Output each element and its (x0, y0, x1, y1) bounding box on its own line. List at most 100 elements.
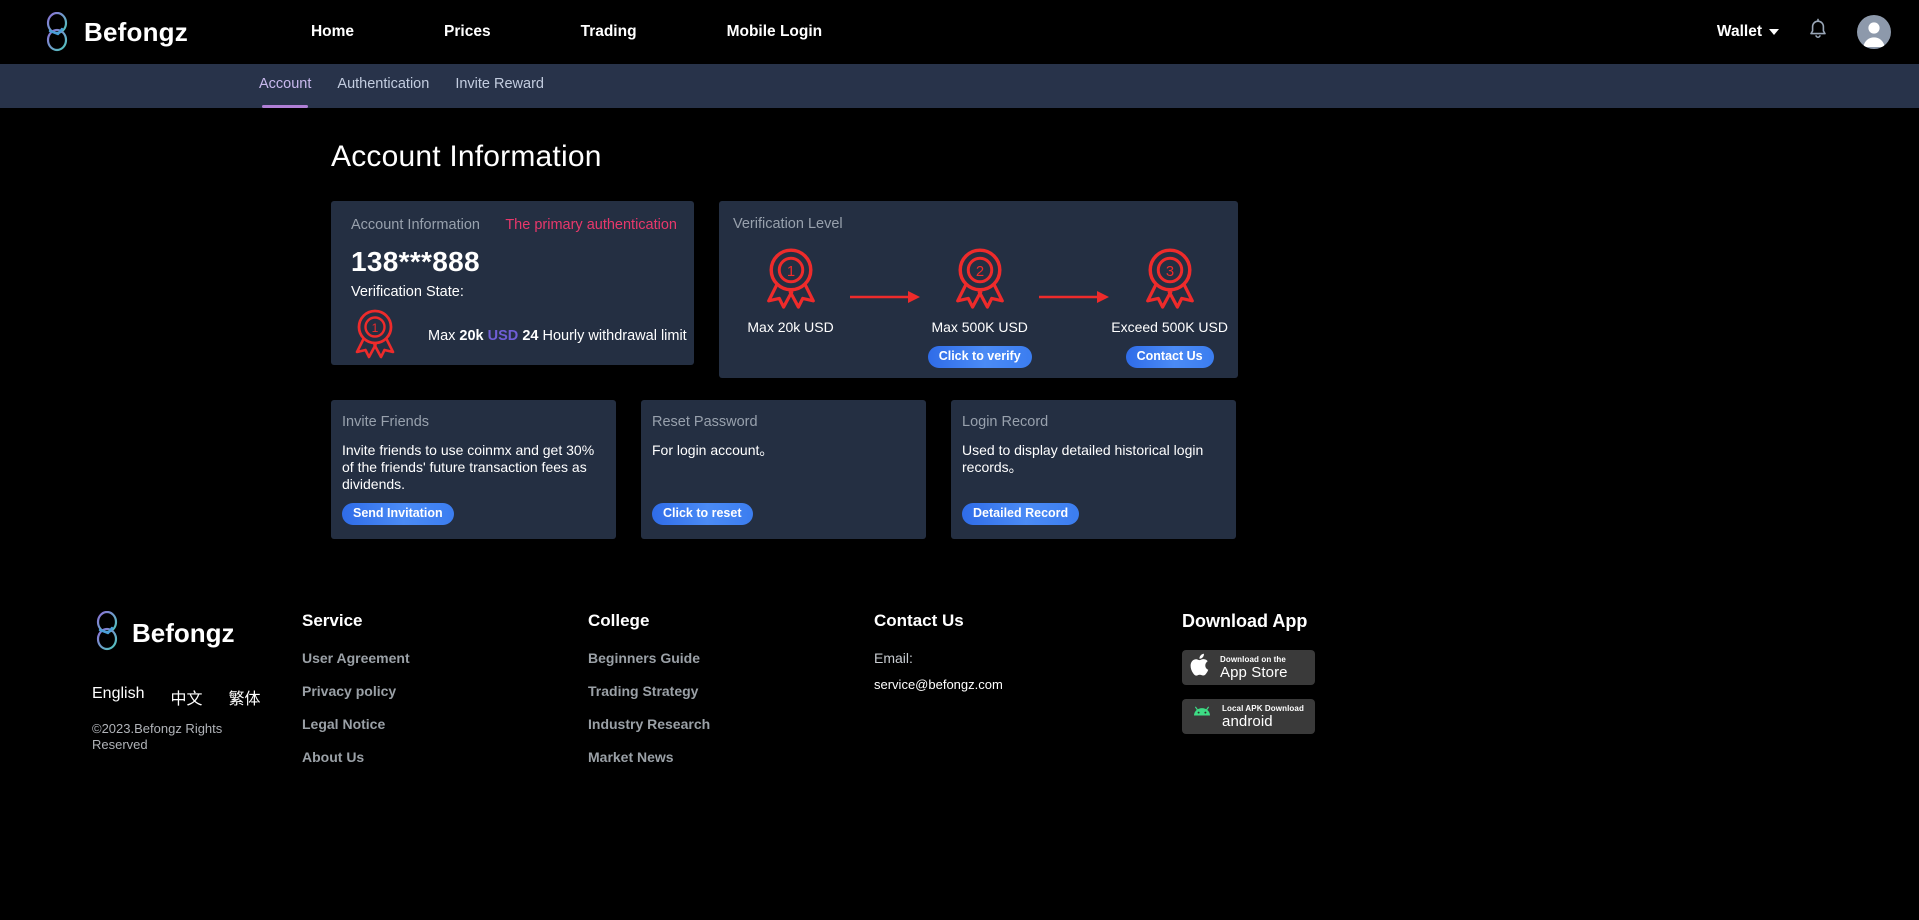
limit-hours: 24 (522, 328, 539, 344)
android-apk-download-button[interactable]: Local APK Download android (1182, 699, 1315, 734)
footer-link-trading-strategy[interactable]: Trading Strategy (588, 683, 874, 699)
login-record-action: Detailed Record (962, 503, 1222, 525)
subnav-item-account[interactable]: Account (259, 76, 311, 108)
top-cards-row: Account Information The primary authenti… (0, 174, 1919, 378)
apple-logo-icon (1190, 652, 1212, 683)
language-english[interactable]: English (92, 685, 144, 709)
login-record-card: Login Record Used to display detailed hi… (951, 400, 1236, 539)
header-actions: Wallet (1717, 15, 1891, 49)
verification-level-1: 1 Max 20k USD (733, 244, 848, 335)
main-nav: Home Prices Trading Mobile Login (266, 23, 867, 41)
verification-level-2: 2 Max 500K USD Click to verify (922, 244, 1037, 368)
verification-level-3: 3 Exceed 500K USD Contact Us (1111, 244, 1228, 368)
footer-link-industry-research[interactable]: Industry Research (588, 716, 874, 732)
login-record-title: Login Record (962, 414, 1049, 430)
level-1-ribbon-icon: 1 (761, 248, 821, 316)
page-title: Account Information (331, 140, 602, 173)
verification-level-3-action: Contact Us (1111, 346, 1228, 368)
limit-currency: USD (487, 328, 519, 344)
wallet-menu-button[interactable]: Wallet (1717, 23, 1779, 41)
status-badge: The primary authentication (505, 217, 677, 233)
svg-text:3: 3 (1165, 264, 1173, 280)
right-arrow-icon (1037, 289, 1111, 310)
level-1-ribbon-icon: 1 (351, 306, 399, 366)
detailed-record-button[interactable]: Detailed Record (962, 503, 1080, 525)
footer-heading-download-app: Download App (1182, 611, 1308, 631)
main-content: Account Information Account Information … (0, 108, 1919, 539)
subnav-item-authentication[interactable]: Authentication (337, 76, 429, 96)
footer-brand: Befongz (92, 610, 302, 656)
footer-heading-contact-us: Contact Us (874, 611, 964, 630)
android-robot-icon (1190, 704, 1214, 729)
brand-logo-link[interactable]: Befongz (42, 12, 188, 52)
nav-item-home[interactable]: Home (266, 23, 399, 41)
invite-friends-card: Invite Friends Invite friends to use coi… (331, 400, 616, 539)
svg-text:1: 1 (372, 321, 379, 335)
android-bottom-label: android (1222, 712, 1273, 730)
verification-levels: 1 Max 20k USD 2 Max 500K USD Click to ve… (733, 244, 1238, 368)
android-labels: Local APK Download android (1222, 703, 1304, 730)
level-2-ribbon-icon: 2 (950, 248, 1010, 316)
verification-level-3-label: Exceed 500K USD (1111, 319, 1228, 335)
reset-password-action: Click to reset (652, 503, 912, 525)
bottom-cards-row: Invite Friends Invite friends to use coi… (0, 378, 1919, 539)
app-store-download-button[interactable]: Download on the App Store (1182, 650, 1315, 685)
notification-bell-icon[interactable] (1807, 18, 1829, 47)
verification-level-1-label: Max 20k USD (747, 319, 834, 335)
invite-friends-title: Invite Friends (342, 414, 430, 430)
footer-link-market-news[interactable]: Market News (588, 749, 874, 765)
reset-password-title: Reset Password (652, 414, 758, 430)
send-invitation-button[interactable]: Send Invitation (342, 503, 454, 525)
verification-level-card: Verification Level 1 Max 20k USD 2 Max 5… (719, 201, 1238, 378)
language-traditional-chinese[interactable]: 繁体 (229, 685, 261, 709)
user-avatar[interactable] (1857, 15, 1891, 49)
nav-item-mobile-login[interactable]: Mobile Login (682, 23, 868, 41)
footer-email-address[interactable]: service@befongz.com (874, 677, 1182, 692)
brand-name: Befongz (84, 16, 188, 47)
account-card-header: Account Information The primary authenti… (342, 217, 677, 233)
footer-link-beginners-guide[interactable]: Beginners Guide (588, 650, 874, 666)
withdrawal-limit-text: Max 20k USD 24 Hourly withdrawal limit (428, 328, 687, 344)
contact-us-button[interactable]: Contact Us (1125, 346, 1214, 368)
befongz-b-logo-icon (42, 12, 72, 52)
account-information-card: Account Information The primary authenti… (331, 201, 694, 365)
nav-item-trading[interactable]: Trading (536, 23, 682, 41)
footer-brand-name: Befongz (132, 618, 235, 648)
top-header: Befongz Home Prices Trading Mobile Login… (0, 0, 1919, 64)
login-record-description: Used to display detailed historical logi… (962, 442, 1204, 475)
invite-friends-action: Send Invitation (342, 503, 602, 525)
befongz-b-logo-icon (92, 610, 122, 656)
copyright-text: ©2023.Befongz Rights Reserved (92, 721, 223, 752)
app-store-top-label: Download on the (1220, 654, 1286, 664)
footer-column-contact: Contact Us Email: service@befongz.com (874, 611, 1182, 782)
language-switcher: English 中文 繁体 (92, 685, 302, 709)
app-store-labels: Download on the App Store (1220, 654, 1288, 680)
verification-level-2-action: Click to verify (922, 346, 1037, 368)
footer-brand-column: Befongz English 中文 繁体 ©2023.Befongz Righ… (0, 610, 302, 782)
footer-link-about-us[interactable]: About Us (302, 749, 588, 765)
right-arrow-icon (848, 289, 922, 310)
account-number: 138***888 (351, 246, 480, 277)
footer-column-download: Download App Download on the App Store L… (1182, 611, 1468, 782)
nav-item-prices[interactable]: Prices (399, 23, 536, 41)
subnav-item-invite-reward[interactable]: Invite Reward (455, 76, 544, 96)
limit-prefix: Max (428, 328, 460, 344)
android-top-label: Local APK Download (1222, 703, 1304, 713)
click-to-verify-button[interactable]: Click to verify (927, 346, 1032, 368)
section-subnav: Account Authentication Invite Reward (0, 64, 1919, 108)
click-to-reset-button[interactable]: Click to reset (652, 503, 753, 525)
invite-friends-description: Invite friends to use coinmx and get 30%… (342, 442, 595, 492)
footer-heading-service: Service (302, 611, 363, 630)
level-3-ribbon-icon: 3 (1140, 248, 1200, 316)
wallet-label: Wallet (1716, 23, 1762, 40)
language-simplified-chinese[interactable]: 中文 (170, 685, 202, 709)
reset-password-description: For login account。 (652, 442, 774, 458)
reset-password-card: Reset Password For login account。 Click … (641, 400, 926, 539)
page-footer: Befongz English 中文 繁体 ©2023.Befongz Righ… (0, 539, 1919, 782)
footer-column-service: Service User Agreement Privacy policy Le… (302, 611, 588, 782)
footer-link-legal-notice[interactable]: Legal Notice (302, 716, 588, 732)
verification-card-title: Verification Level (733, 216, 843, 232)
footer-link-privacy-policy[interactable]: Privacy policy (302, 683, 588, 699)
limit-suffix: Hourly withdrawal limit (538, 328, 687, 344)
footer-link-user-agreement[interactable]: User Agreement (302, 650, 588, 666)
